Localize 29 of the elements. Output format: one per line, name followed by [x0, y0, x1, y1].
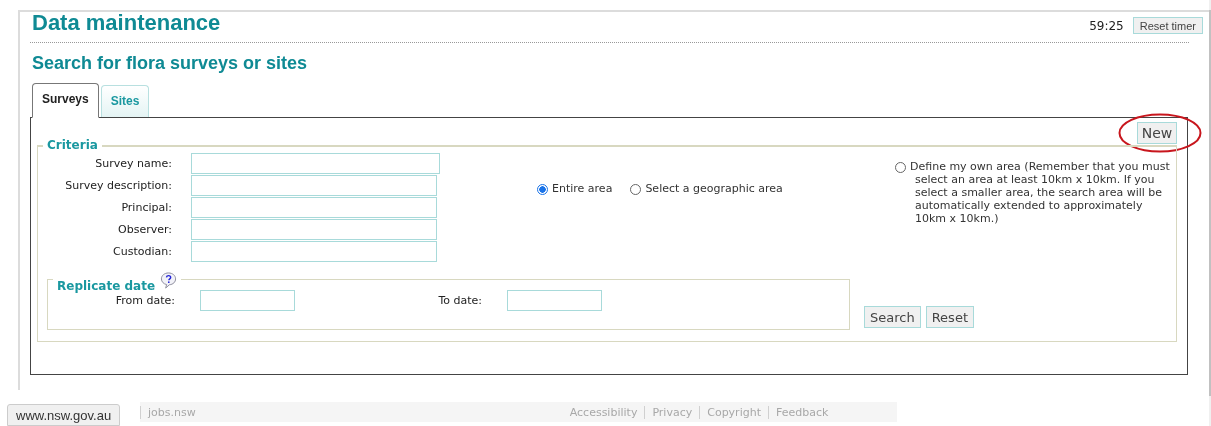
radio-option[interactable]: Select a geographic area — [630, 182, 783, 195]
field-label: From date: — [114, 294, 175, 307]
status-url: www.nsw.gov.au — [7, 404, 121, 426]
input-field[interactable] — [191, 218, 437, 240]
field-label: Observer: — [117, 222, 172, 236]
tab[interactable]: Surveys — [32, 83, 99, 118]
page-title: Data maintenance — [32, 12, 221, 34]
radio-option[interactable]: Define my own area (Remember that you must select an area at least 10km x 10km. If you select a smaller area, the search area will be automatically extended to approximately 10km x 10km.) — [893, 160, 1177, 225]
new-button[interactable]: New — [1137, 122, 1177, 144]
input-field[interactable] — [191, 152, 440, 174]
search-button[interactable]: Search — [864, 306, 921, 328]
field-label: Principal: — [120, 200, 172, 214]
radio-option[interactable]: Entire area — [537, 182, 613, 195]
help-icon[interactable] — [160, 272, 178, 289]
reset-button[interactable]: Reset — [925, 306, 974, 328]
date-field[interactable] — [507, 290, 602, 311]
field-label: To date: — [437, 294, 482, 307]
group-legend: Replicate date — [57, 279, 156, 293]
input-field[interactable] — [191, 240, 437, 262]
field-label: Custodian: — [112, 244, 172, 258]
input-field[interactable] — [191, 196, 437, 218]
section-title: Search for flora surveys or sites — [32, 53, 309, 73]
group-legend: Criteria — [43, 138, 102, 152]
field-label: Survey description: — [64, 178, 172, 192]
date-field[interactable] — [200, 290, 295, 311]
input-field[interactable] — [191, 174, 437, 196]
reset-timer-button[interactable]: Reset timer — [1132, 17, 1203, 34]
field-label: Survey name: — [94, 156, 172, 170]
countdown-timer: 59:25 — [1089, 18, 1124, 33]
